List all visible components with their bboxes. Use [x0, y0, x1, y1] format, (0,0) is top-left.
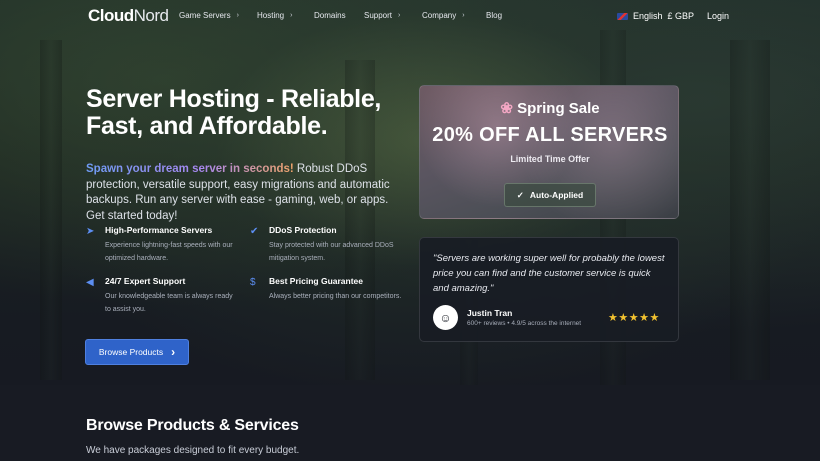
review-quote: "Servers are working super well for prob…	[433, 253, 665, 294]
cherry-blossom-icon: ❀	[500, 100, 513, 117]
nav-game-servers[interactable]: Game Servers ›	[179, 11, 239, 20]
nav-company[interactable]: Company ›	[422, 11, 465, 20]
chevron-right-icon: ›	[398, 12, 401, 19]
chevron-right-icon: ›	[462, 12, 465, 19]
products-subheading: We have packages designed to fit every b…	[86, 445, 300, 456]
star-icon: ★	[608, 312, 619, 324]
star-icon: ★	[628, 312, 640, 324]
intro-highlight: Spawn your dream server in seconds!	[86, 163, 294, 175]
nav-support[interactable]: Support ›	[364, 11, 400, 20]
review-meta: 600+ reviews • 4.9/5 across the internet	[467, 320, 582, 327]
chevron-right-icon: ›	[171, 345, 176, 359]
language-currency-selector[interactable]: English £ GBP	[617, 11, 694, 21]
nav-hosting[interactable]: Hosting ›	[257, 11, 292, 20]
hero-title: Server Hosting - Reliable, Fast, and Aff…	[86, 85, 382, 140]
reviewer-name: Justin Tran	[467, 308, 513, 318]
cloudnord-logo[interactable]: Cloud Nord	[88, 6, 169, 26]
login-link[interactable]: Login	[707, 11, 729, 21]
top-navbar: Cloud Nord Game Servers › Hosting › Domains…	[0, 0, 820, 34]
hero-intro: Spawn your dream server in seconds! Robu…	[86, 162, 406, 224]
star-icon: ★	[649, 312, 660, 324]
products-heading: Browse Products & Services	[86, 417, 299, 434]
rocket-icon: ➤	[86, 226, 95, 237]
megaphone-icon: ◀	[86, 277, 94, 288]
chevron-right-icon: ›	[236, 12, 239, 19]
sale-headline: 20% OFF ALL SERVERS	[432, 124, 668, 146]
dollar-icon: $	[250, 277, 256, 288]
sale-subtitle: Limited Time Offer	[510, 154, 590, 164]
spring-sale-banner: ❀ Spring Sale 20% OFF ALL SERVERS Limite…	[419, 85, 679, 219]
reviewer-avatar: ☺	[433, 305, 458, 330]
rating-stars: ★★★★★	[608, 311, 660, 324]
auto-applied-badge: ✓ Auto-Applied	[504, 183, 596, 207]
nav-domains[interactable]: Domains	[314, 11, 346, 20]
nav-blog[interactable]: Blog	[486, 11, 502, 20]
check-icon: ✓	[516, 189, 524, 200]
uk-flag-icon	[617, 12, 628, 20]
star-icon: ★	[639, 312, 650, 324]
shield-check-icon: ✔	[250, 226, 259, 237]
chevron-right-icon: ›	[290, 12, 293, 19]
browse-products-button[interactable]: Browse Products ›	[85, 339, 189, 365]
star-icon: ★	[618, 312, 629, 324]
sale-title: ❀ Spring Sale	[500, 100, 600, 117]
customer-review-card: "Servers are working super well for prob…	[419, 237, 679, 342]
